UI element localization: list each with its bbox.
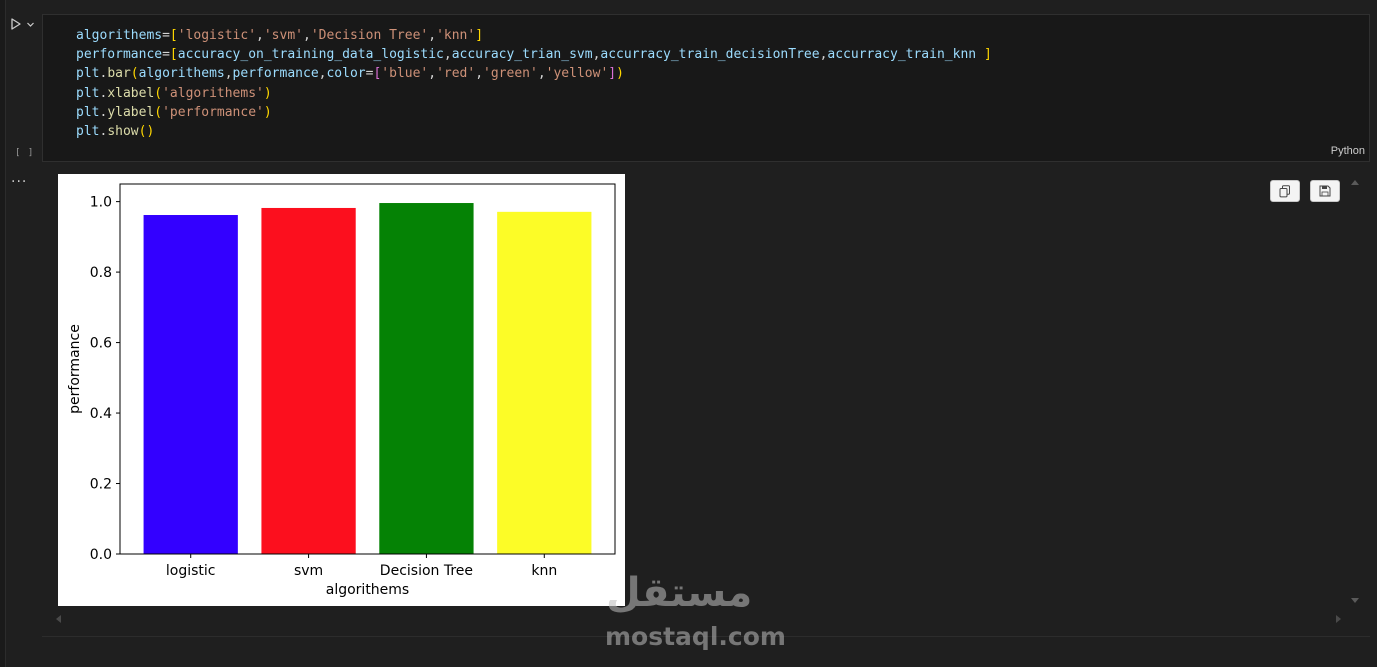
- x-tick-label: knn: [531, 563, 557, 579]
- y-tick-label: 0.8: [90, 265, 112, 281]
- gutter-divider: [5, 0, 6, 667]
- run-cell-button[interactable]: [9, 14, 39, 34]
- save-output-button[interactable]: [1310, 180, 1340, 202]
- play-icon[interactable]: [9, 17, 23, 31]
- watermark-arabic: مستقل: [606, 570, 753, 616]
- watermark: مستقل mostaql.com: [600, 570, 786, 655]
- save-icon: [1319, 185, 1331, 197]
- watermark-latin: mostaql.com: [605, 622, 786, 651]
- y-tick-label: 0.2: [90, 477, 112, 493]
- scroll-right-arrow[interactable]: [1336, 615, 1341, 623]
- x-axis-label: algorithems: [326, 582, 409, 598]
- copy-output-button[interactable]: [1270, 180, 1300, 202]
- scroll-down-arrow[interactable]: [1351, 598, 1359, 603]
- cell-language-label[interactable]: Python: [1331, 145, 1365, 157]
- code-cell-editor[interactable]: algorithems=['logistic','svm','Decision …: [42, 14, 1370, 162]
- y-tick-label: 0.4: [90, 406, 112, 422]
- bar: [379, 203, 474, 554]
- scroll-left-arrow[interactable]: [56, 615, 61, 623]
- bar: [261, 207, 356, 554]
- output-toolbar: [1270, 180, 1340, 202]
- chevron-down-icon[interactable]: [26, 20, 35, 29]
- bar: [143, 215, 238, 554]
- execution-count: [ ]: [15, 148, 35, 158]
- bar-chart: logistic svm Decision Tree knn 0.0 0.2 0.4 0.6 0…: [67, 183, 616, 598]
- code-text[interactable]: algorithems=['logistic','svm','Decision …: [76, 26, 992, 141]
- scroll-up-arrow[interactable]: [1351, 180, 1359, 185]
- chart-figure: logistic svm Decision Tree knn 0.0 0.2 0.4 0.6 0…: [58, 174, 625, 606]
- copy-icon: [1279, 184, 1290, 197]
- x-tick-label: Decision Tree: [380, 563, 473, 579]
- y-tick-label: 1.0: [90, 195, 112, 211]
- y-axis-label: performance: [67, 324, 83, 414]
- bar: [497, 211, 592, 554]
- y-tick-label: 0.0: [90, 547, 112, 563]
- cell-output: logistic svm Decision Tree knn 0.0 0.2 0.4 0.6 0…: [42, 166, 1370, 636]
- y-tick-label: 0.6: [90, 336, 112, 352]
- x-tick-label: logistic: [166, 563, 216, 579]
- output-menu-button[interactable]: ...: [11, 170, 27, 186]
- x-tick-label: svm: [294, 563, 323, 579]
